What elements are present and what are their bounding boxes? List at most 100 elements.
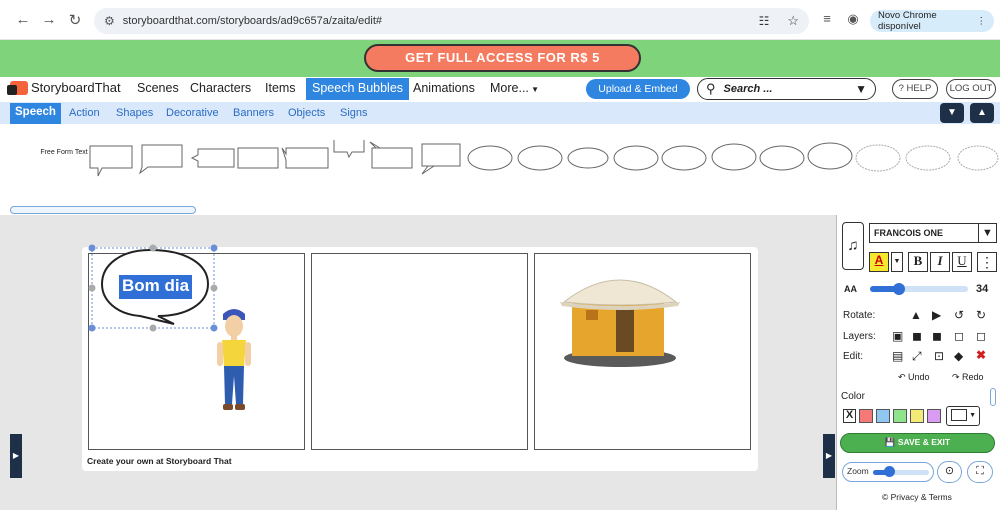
text-color-dropdown-icon[interactable]: ▼: [891, 252, 903, 272]
dropdown-caret-icon: ▼: [528, 85, 540, 94]
lock-icon[interactable]: ▣: [892, 329, 903, 343]
chrome-update-button[interactable]: Novo Chrome disponível ⋮: [870, 10, 994, 32]
help-button[interactable]: ? HELP: [892, 79, 938, 99]
color-swatch-1[interactable]: [859, 409, 873, 423]
bold-button[interactable]: B: [908, 252, 928, 272]
full-access-button[interactable]: GET FULL ACCESS FOR R$ 5: [364, 44, 641, 72]
privacy-terms-link[interactable]: © Privacy & Terms: [882, 492, 952, 502]
font-name: FRANCOIS ONE: [874, 228, 944, 238]
menu-more[interactable]: More... ▼: [490, 81, 539, 95]
back-arrow-icon[interactable]: ←: [14, 11, 32, 28]
bubble-rect-5: [281, 147, 329, 169]
underline-button[interactable]: U: [952, 252, 972, 272]
eraser-icon[interactable]: ◆: [954, 349, 963, 363]
menu-scenes[interactable]: Scenes: [137, 81, 179, 95]
color-swatch-5[interactable]: [927, 409, 941, 423]
tab-banners[interactable]: Banners: [233, 107, 274, 119]
save-exit-label: SAVE & EXIT: [897, 437, 951, 447]
tab-objects[interactable]: Objects: [288, 107, 325, 119]
menu-items[interactable]: Items: [265, 81, 296, 95]
extensions-icon[interactable]: ◉: [844, 11, 862, 27]
color-swatches: [859, 409, 941, 423]
bring-to-front-icon[interactable]: ◼: [912, 329, 922, 343]
right-expand-icon[interactable]: ▶: [823, 434, 835, 478]
microphone-icon[interactable]: ▼: [855, 82, 867, 96]
menu-characters[interactable]: Characters: [190, 81, 251, 95]
send-backward-icon[interactable]: ◻: [954, 329, 964, 343]
italic-button[interactable]: I: [930, 252, 950, 272]
tab-speech[interactable]: Speech: [10, 103, 61, 124]
bubble-thought-3: [957, 145, 999, 171]
fullscreen-icon[interactable]: ⛶: [967, 461, 993, 483]
collapse-down-icon[interactable]: ▼: [940, 103, 964, 123]
crop-icon[interactable]: ⊡: [934, 349, 944, 363]
tab-shapes[interactable]: Shapes: [116, 107, 153, 119]
bubble-oval-3: [567, 147, 609, 169]
tab-decorative[interactable]: Decorative: [166, 107, 219, 119]
flip-vertical-icon[interactable]: ▶: [932, 308, 941, 322]
reading-list-icon[interactable]: ≡: [818, 11, 836, 26]
hut-illustration[interactable]: [558, 268, 682, 370]
color-swatch-4[interactable]: [910, 409, 924, 423]
tab-action[interactable]: Action: [69, 107, 100, 119]
tab-signs[interactable]: Signs: [340, 107, 368, 119]
rotate-right-icon[interactable]: ↻: [976, 308, 986, 322]
menu-animations[interactable]: Animations: [413, 81, 475, 95]
color-label: Color: [841, 391, 865, 402]
bubble-rect-7: [369, 141, 413, 169]
logo-text: StoryboardThat: [31, 80, 121, 95]
send-to-back-icon[interactable]: ◻: [976, 329, 986, 343]
menu-speech-bubbles[interactable]: Speech Bubbles: [306, 78, 410, 100]
chrome-update-label: Novo Chrome disponível: [878, 10, 937, 32]
no-color-swatch[interactable]: X: [843, 409, 856, 423]
translate-icon[interactable]: ☷: [759, 14, 770, 28]
redo-button[interactable]: ↷ Redo: [952, 372, 984, 383]
search-icon: ⚲: [706, 81, 716, 96]
font-size-icon: AA: [844, 284, 857, 294]
resize-icon[interactable]: ⤢: [912, 349, 922, 364]
zoom-slider[interactable]: [873, 470, 929, 475]
font-size-slider[interactable]: [870, 286, 968, 292]
chevron-down-icon: ▼: [978, 224, 996, 242]
flip-horizontal-icon[interactable]: ▲: [910, 308, 922, 322]
bubble-text[interactable]: Bom dia: [119, 275, 193, 299]
undo-button[interactable]: ↶ Undo: [898, 372, 930, 383]
address-bar[interactable]: ⚙ storyboardthat.com/storyboards/ad9c657…: [94, 8, 809, 34]
zoom-fit-icon[interactable]: ⊙: [937, 461, 962, 483]
zoom-slider-knob[interactable]: [883, 466, 895, 477]
logout-button[interactable]: LOG OUT: [946, 79, 996, 99]
character-boy[interactable]: [214, 306, 254, 414]
forward-arrow-icon[interactable]: →: [40, 11, 58, 28]
site-settings-icon[interactable]: ⚙: [104, 14, 115, 28]
search-input[interactable]: Search ...: [724, 83, 848, 95]
color-swatch-2[interactable]: [876, 409, 890, 423]
bookmark-star-icon[interactable]: ☆: [787, 13, 799, 29]
copy-icon[interactable]: ▤: [892, 349, 903, 363]
left-expand-icon[interactable]: ▶: [10, 434, 22, 478]
delete-icon[interactable]: ✖: [976, 348, 986, 362]
storyboardthat-logo[interactable]: StoryboardThat: [7, 80, 121, 95]
palette-scrollbar[interactable]: [10, 206, 196, 214]
free-form-text-item[interactable]: Free Form Text: [38, 148, 90, 157]
upload-embed-button[interactable]: Upload & Embed: [586, 79, 690, 99]
zoom-label: Zoom: [847, 466, 869, 476]
microphone-icon[interactable]: ♫: [842, 222, 864, 270]
save-exit-button[interactable]: 💾 SAVE & EXIT: [840, 433, 995, 453]
custom-color-preview: [951, 409, 968, 422]
bubble-oval-7: [759, 145, 805, 171]
bring-forward-icon[interactable]: ◼: [932, 329, 942, 343]
color-swatch-3[interactable]: [893, 409, 907, 423]
custom-color-picker[interactable]: ▼: [946, 406, 980, 426]
panel-scrollbar[interactable]: [990, 388, 996, 406]
bubble-oval-1: [467, 145, 513, 171]
expand-up-icon[interactable]: ▲: [970, 103, 994, 123]
font-select[interactable]: FRANCOIS ONE ▼: [869, 223, 997, 243]
text-color-button[interactable]: A: [869, 252, 889, 272]
search-box[interactable]: ⚲ Search ... ▼: [697, 78, 876, 100]
rotate-left-icon[interactable]: ↺: [954, 308, 964, 322]
storyboard-cell-2[interactable]: [311, 253, 528, 450]
kebab-menu-icon[interactable]: ⋮: [977, 16, 987, 27]
reload-icon[interactable]: ↻: [66, 11, 84, 29]
more-options-icon[interactable]: ⋮: [977, 252, 997, 272]
bubble-rect-8: [421, 143, 461, 175]
